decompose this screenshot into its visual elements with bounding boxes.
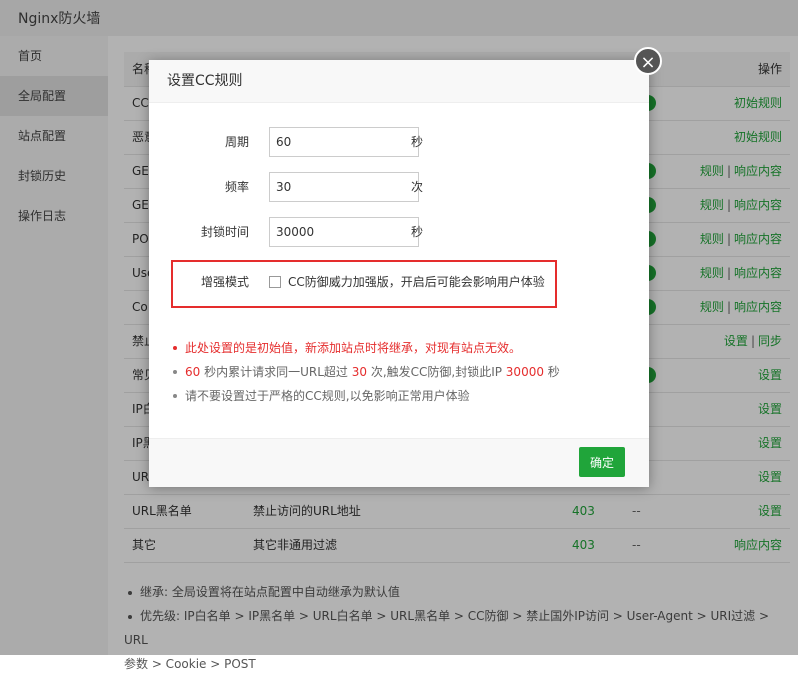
tip-warning: 请不要设置过于严格的CC规则,以免影响正常用户体验	[171, 384, 631, 408]
dialog-footer: 确定	[149, 438, 649, 487]
field-cycle-unit: 秒	[411, 135, 424, 149]
field-block-time-unit: 秒	[411, 225, 424, 239]
cc-rule-dialog: 设置CC规则 周期 秒 频率 次 封锁时间 秒 增强模式 CC防御威力加强版，开…	[149, 60, 649, 487]
confirm-button[interactable]: 确定	[579, 447, 625, 477]
tips-list: 此处设置的是初始值，新添加站点时将继承，对现有站点无效。 60 秒内累计请求同一…	[171, 336, 631, 408]
enhance-mode-text[interactable]: CC防御威力加强版，开启后可能会影响用户体验	[288, 272, 545, 292]
field-block-time-label: 封锁时间	[200, 225, 249, 239]
field-frequency-unit: 次	[411, 180, 424, 194]
close-icon[interactable]: ×	[634, 47, 662, 75]
dialog-title: 设置CC规则	[149, 60, 649, 103]
field-frequency-label: 频率	[224, 180, 249, 194]
tip-initial-value: 此处设置的是初始值，新添加站点时将继承，对现有站点无效。	[171, 336, 631, 360]
tip-rule-summary: 60 秒内累计请求同一URL超过 30 次,触发CC防御,封锁此IP 30000…	[171, 360, 631, 384]
field-cycle: 周期 秒	[149, 127, 649, 157]
field-block-time: 封锁时间 秒	[149, 217, 649, 247]
frequency-input[interactable]	[269, 172, 419, 202]
enhance-mode-checkbox[interactable]	[269, 276, 281, 288]
field-frequency: 频率 次	[149, 172, 649, 202]
block-time-input[interactable]	[269, 217, 419, 247]
enhance-mode-highlight: 增强模式 CC防御威力加强版，开启后可能会影响用户体验	[171, 260, 557, 308]
cycle-input[interactable]	[269, 127, 419, 157]
note-priority-cont: 参数 > Cookie > POST	[124, 657, 256, 671]
enhance-mode-label: 增强模式	[201, 275, 250, 289]
field-cycle-label: 周期	[224, 135, 249, 149]
